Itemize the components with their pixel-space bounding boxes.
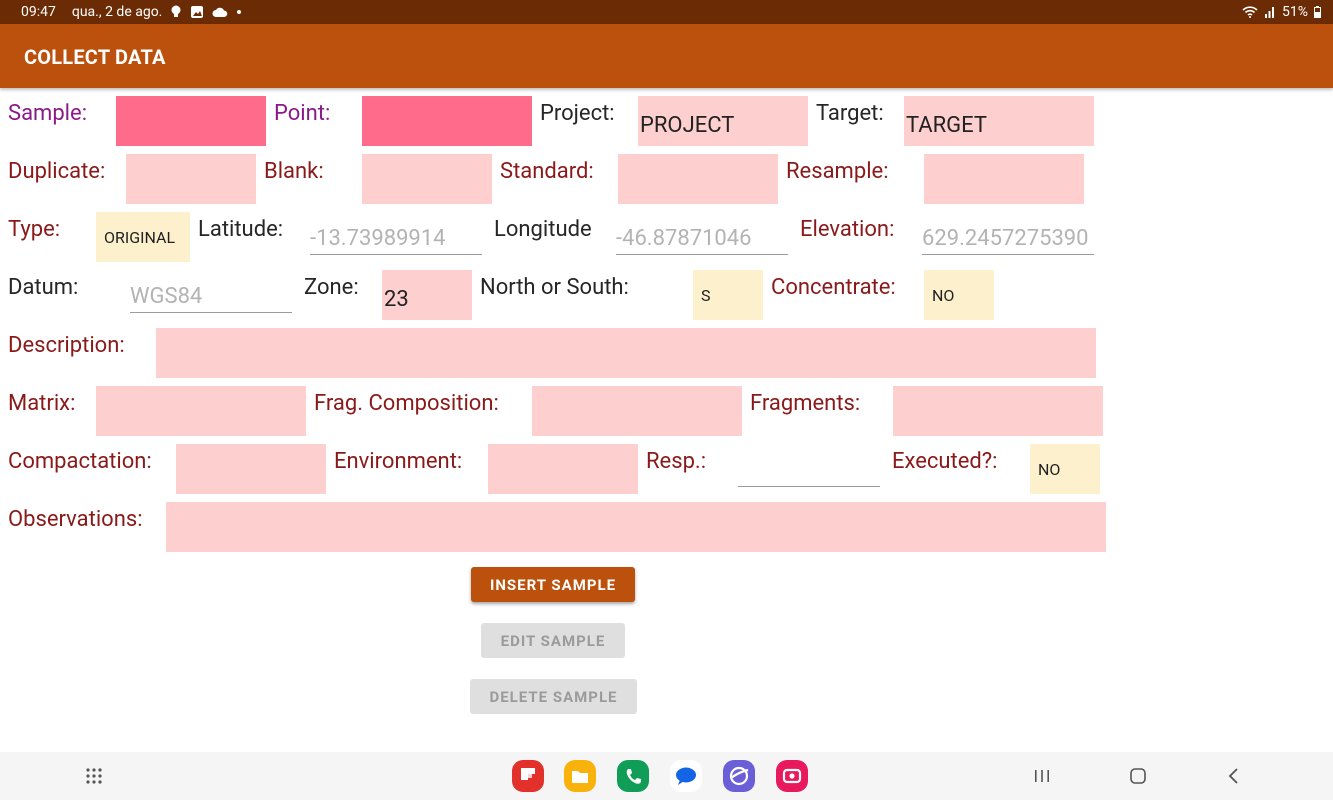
observations-label: Observations: bbox=[8, 507, 143, 532]
page-title: COLLECT DATA bbox=[24, 45, 166, 69]
project-label: Project: bbox=[540, 101, 615, 126]
elevation-field[interactable]: 629.2457275390 bbox=[922, 212, 1094, 255]
navigation-bar bbox=[0, 752, 1333, 800]
zone-label: Zone: bbox=[304, 275, 359, 300]
datum-label: Datum: bbox=[8, 275, 79, 300]
my-files-app-icon[interactable] bbox=[564, 760, 596, 792]
type-select[interactable]: ORIGINAL bbox=[96, 212, 190, 262]
type-label: Type: bbox=[8, 217, 61, 242]
frag-composition-label: Frag. Composition: bbox=[314, 391, 499, 416]
phone-app-icon[interactable] bbox=[617, 760, 649, 792]
standard-label: Standard: bbox=[500, 159, 594, 184]
bulb-icon bbox=[170, 5, 182, 19]
longitude-label: Longitude bbox=[494, 217, 592, 242]
image-icon bbox=[190, 5, 204, 19]
status-time: 09:47 bbox=[21, 4, 56, 20]
matrix-field[interactable] bbox=[96, 386, 306, 436]
latitude-field[interactable]: -13.73989914 bbox=[310, 212, 482, 255]
battery-icon bbox=[1314, 6, 1321, 18]
messages-app-icon[interactable] bbox=[670, 760, 702, 792]
battery-percent: 51% bbox=[1282, 4, 1308, 20]
sample-label: Sample: bbox=[8, 101, 88, 126]
description-field[interactable] bbox=[156, 328, 1096, 378]
point-field[interactable] bbox=[362, 96, 532, 146]
datum-field[interactable]: WGS84 bbox=[130, 270, 292, 313]
environment-field[interactable] bbox=[488, 444, 638, 494]
target-field[interactable]: TARGET bbox=[904, 96, 1094, 146]
resample-label: Resample: bbox=[786, 159, 889, 184]
screen-recorder-app-icon[interactable] bbox=[776, 760, 808, 792]
latitude-label: Latitude: bbox=[198, 217, 284, 242]
duplicate-label: Duplicate: bbox=[8, 159, 106, 184]
point-label: Point: bbox=[274, 101, 331, 126]
fragments-field[interactable] bbox=[893, 386, 1103, 436]
frag-composition-field[interactable] bbox=[532, 386, 742, 436]
resample-field[interactable] bbox=[924, 154, 1084, 204]
matrix-label: Matrix: bbox=[8, 391, 76, 416]
insert-sample-button[interactable]: INSERT SAMPLE bbox=[471, 567, 635, 602]
longitude-field[interactable]: -46.87871046 bbox=[616, 212, 788, 255]
dot-icon bbox=[236, 9, 242, 15]
sample-field[interactable] bbox=[116, 96, 266, 146]
resp-field[interactable] bbox=[738, 444, 880, 487]
project-field[interactable]: PROJECT bbox=[638, 96, 808, 146]
home-icon[interactable] bbox=[1126, 764, 1150, 788]
edit-sample-button[interactable]: EDIT SAMPLE bbox=[481, 623, 625, 658]
concentrate-label: Concentrate: bbox=[771, 275, 896, 300]
delete-sample-button[interactable]: DELETE SAMPLE bbox=[470, 679, 637, 714]
wifi-icon bbox=[1242, 6, 1258, 18]
fragments-label: Fragments: bbox=[750, 391, 861, 416]
executed-select[interactable]: NO bbox=[1030, 444, 1100, 494]
resp-label: Resp.: bbox=[646, 449, 707, 474]
standard-field[interactable] bbox=[618, 154, 778, 204]
blank-label: Blank: bbox=[264, 159, 324, 184]
internet-app-icon[interactable] bbox=[723, 760, 755, 792]
blank-field[interactable] bbox=[362, 154, 492, 204]
executed-label: Executed?: bbox=[892, 449, 998, 474]
cloud-icon bbox=[212, 6, 228, 18]
observations-field[interactable] bbox=[166, 502, 1106, 552]
compactation-field[interactable] bbox=[176, 444, 326, 494]
north-south-label: North or South: bbox=[480, 275, 629, 300]
duplicate-field[interactable] bbox=[126, 154, 256, 204]
target-label: Target: bbox=[816, 101, 884, 126]
back-icon[interactable] bbox=[1222, 764, 1246, 788]
recent-apps-icon[interactable] bbox=[1030, 764, 1054, 788]
environment-label: Environment: bbox=[334, 449, 463, 474]
status-bar: 09:47 qua., 2 de ago. 51% bbox=[0, 0, 1333, 24]
app-drawer-icon[interactable] bbox=[80, 762, 108, 790]
compactation-label: Compactation: bbox=[8, 449, 152, 474]
description-label: Description: bbox=[8, 333, 125, 358]
status-date: qua., 2 de ago. bbox=[71, 4, 163, 20]
concentrate-select[interactable]: NO bbox=[924, 270, 994, 320]
app-bar: COLLECT DATA bbox=[0, 24, 1333, 88]
flipboard-app-icon[interactable] bbox=[512, 760, 544, 792]
signal-icon bbox=[1264, 6, 1276, 18]
elevation-label: Elevation: bbox=[800, 217, 895, 242]
zone-field[interactable]: 23 bbox=[382, 270, 472, 320]
north-south-select[interactable]: S bbox=[693, 270, 763, 320]
